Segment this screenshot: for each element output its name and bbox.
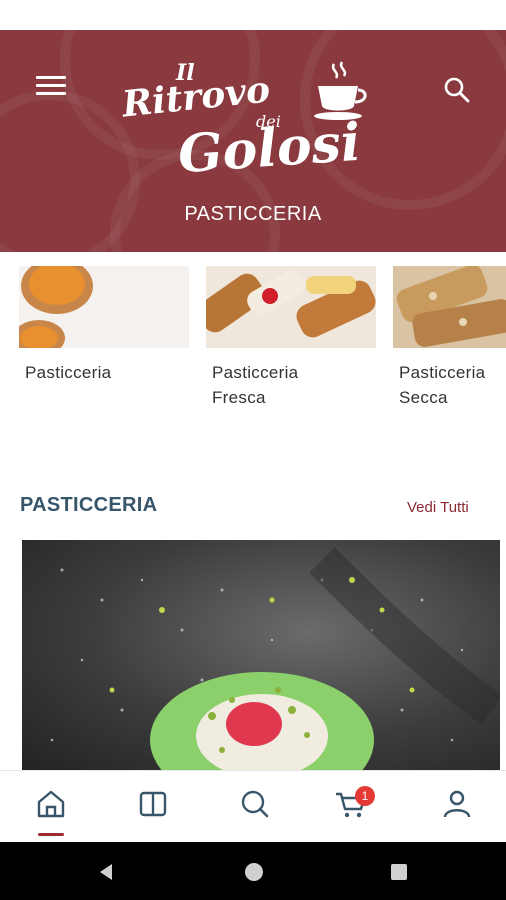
category-card-pasticceria[interactable]: Pasticceria [19,266,189,385]
category-image [393,266,506,348]
category-carousel[interactable]: Pasticceria Pasticceria Fresca Pasticcer… [0,252,506,422]
featured-product-image[interactable] [22,540,500,770]
back-icon[interactable] [96,862,116,882]
category-card-pasticceria-fresca[interactable]: Pasticceria Fresca [206,266,376,410]
category-card-pasticceria-secca[interactable]: Pasticceria Secca [393,266,506,410]
see-all-link[interactable]: Vedi Tutti [407,499,469,516]
category-label: Pasticceria Secca [399,363,486,407]
search-icon[interactable] [440,73,474,107]
status-bar [0,0,506,30]
catalog-icon[interactable] [136,787,170,821]
cart-badge: 1 [355,786,375,806]
system-navigation-bar [0,842,506,900]
logo-text-ritrovo: Ritrovo [120,68,272,126]
search-icon[interactable] [238,787,272,821]
recents-icon[interactable] [390,863,408,881]
account-icon[interactable] [440,787,474,821]
bottom-navigation [0,770,506,842]
category-label: Pasticceria [25,363,112,382]
category-image [19,266,189,348]
app-header: Il Ritrovo dei Golosi PASTICCERIA [0,30,506,252]
home-circle-icon[interactable] [244,862,264,882]
pastry-photo [50,547,500,770]
menu-icon[interactable] [36,76,66,100]
category-image [206,266,376,348]
home-icon[interactable] [34,787,68,821]
header-subtitle: PASTICCERIA [184,203,322,225]
section-title: PASTICCERIA [20,494,158,516]
coffee-cup-icon [314,61,367,120]
category-label: Pasticceria Fresca [212,363,299,407]
brand-logo: Il Ritrovo dei Golosi [120,60,390,200]
active-tab-indicator [38,833,64,836]
logo-text-golosi: Golosi [176,111,363,186]
